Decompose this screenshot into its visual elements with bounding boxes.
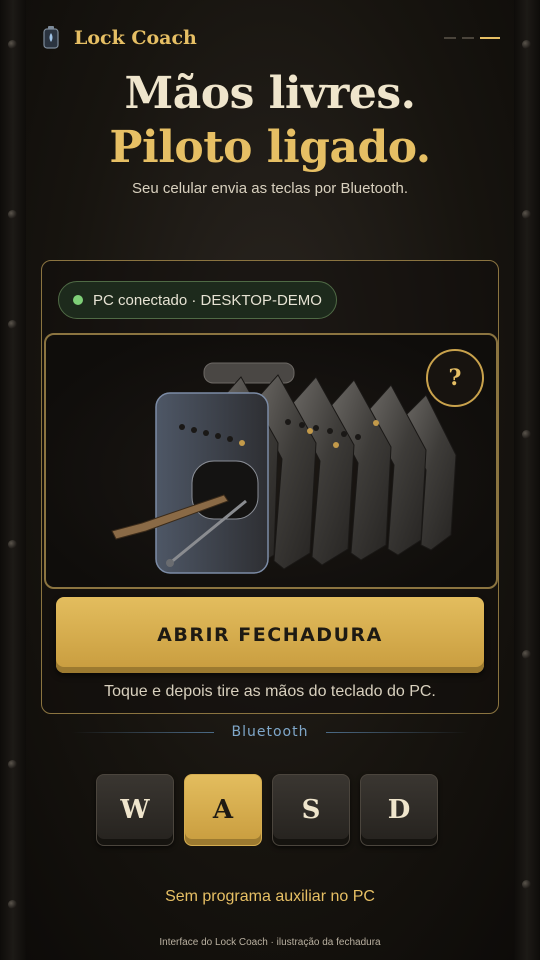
illustration-caption: Interface do Lock Coach · ilustração da … (159, 937, 381, 948)
divider-line (72, 731, 214, 733)
rivet (522, 40, 531, 49)
page-dot (444, 37, 456, 39)
connection-status-badge: PC conectado · DESKTOP-DEMO (58, 281, 337, 319)
key-w[interactable]: W (96, 774, 174, 846)
lock-illustration: ? (44, 333, 498, 589)
rivet (8, 760, 17, 769)
app-brand: Lock Coach (74, 27, 197, 49)
help-button[interactable]: ? (426, 349, 484, 407)
key-d[interactable]: D (360, 774, 438, 846)
page-dot (462, 37, 474, 39)
status-dot-icon (73, 295, 83, 305)
hero-subtitle: Seu celular envia as teclas por Bluetoot… (132, 180, 408, 197)
divider-line (326, 731, 468, 733)
bluetooth-divider: Bluetooth (72, 724, 468, 740)
connection-status-text: PC conectado · DESKTOP-DEMO (93, 291, 322, 309)
hero-title-line1: Mãos livres. (124, 68, 416, 119)
key-a[interactable]: A (184, 774, 262, 846)
rivet (8, 540, 17, 549)
rivet (522, 650, 531, 659)
key-s[interactable]: S (272, 774, 350, 846)
page-indicator (444, 37, 500, 39)
rivet (522, 210, 531, 219)
rivet (8, 320, 17, 329)
open-lock-hint: Toque e depois tire as mãos do teclado d… (104, 683, 436, 700)
lantern-icon (40, 25, 62, 51)
rivet (522, 430, 531, 439)
bluetooth-label: Bluetooth (231, 724, 309, 740)
lock-card: PC conectado · DESKTOP-DEMO ? ABRIR FECH… (41, 260, 499, 714)
open-lock-button[interactable]: ABRIR FECHADURA (56, 597, 484, 673)
rivet (8, 210, 17, 219)
no-helper-note: Sem programa auxiliar no PC (165, 888, 375, 905)
app-header: Lock Coach (40, 22, 500, 54)
page-dot-active (480, 37, 500, 39)
rivet (8, 40, 17, 49)
wasd-keypad: W A S D (96, 774, 438, 846)
hero-title-line2: Piloto ligado. (109, 122, 431, 173)
